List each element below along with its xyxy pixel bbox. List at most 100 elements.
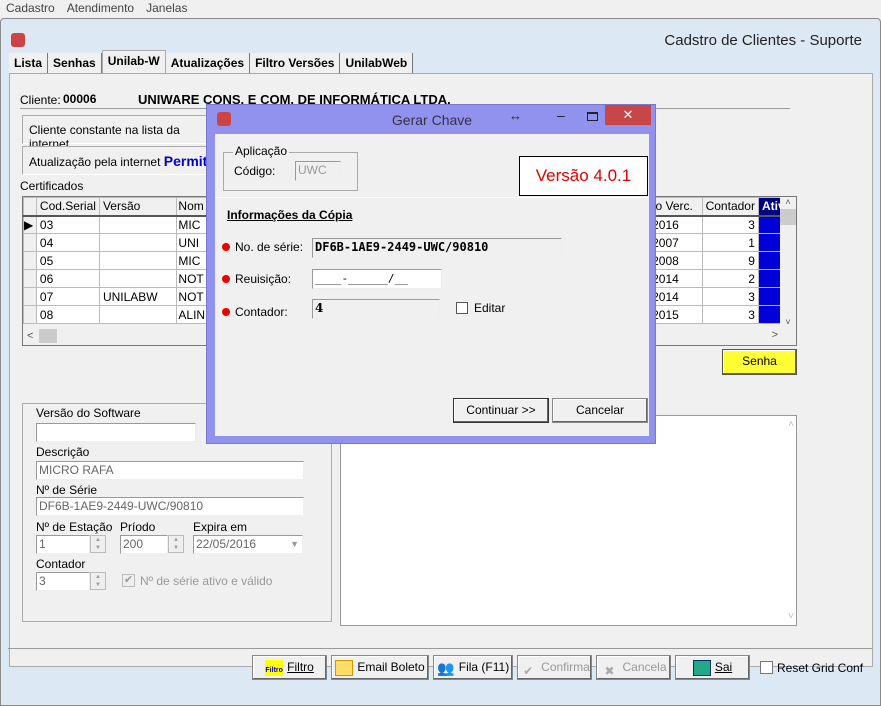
editar-label: Editar	[474, 301, 506, 315]
cell-contador[interactable]: 3	[701, 305, 759, 324]
descricao-label: Descrição	[36, 445, 90, 459]
dialog-contador-label: Contador:	[235, 305, 288, 319]
client-code: 00006	[63, 92, 97, 106]
row-indicator[interactable]	[23, 233, 37, 252]
periodo-input[interactable]: 200	[120, 535, 168, 554]
codigo-input[interactable]: UWC	[295, 161, 341, 181]
cell-serial[interactable]: 06	[35, 269, 100, 288]
section-title: Informações da Cópia	[227, 208, 353, 222]
cell-contador[interactable]: 2	[701, 269, 759, 288]
cell-versao[interactable]	[98, 215, 178, 234]
menu-atendimento[interactable]: Atendimento	[61, 0, 140, 16]
cell-contador[interactable]: 3	[701, 215, 759, 234]
update-value: Permitic	[163, 153, 211, 169]
tab-unilabweb[interactable]: UnilabWeb	[340, 53, 414, 73]
expira-label: Expira em	[193, 520, 248, 534]
serie-input[interactable]: DF6B-1AE9-2449-UWC/90810	[36, 497, 304, 516]
editar-checkbox[interactable]	[456, 302, 468, 314]
row-indicator[interactable]	[23, 305, 37, 324]
estacao-stepper[interactable]: ▲ ▼	[90, 535, 106, 553]
senha-button[interactable]: Senha	[722, 349, 797, 375]
cell-serial[interactable]: 05	[35, 251, 100, 270]
cell-versao[interactable]	[98, 251, 178, 270]
confirma-label: Confirma	[541, 660, 590, 674]
email-boleto-button[interactable]: Email Boleto	[331, 655, 429, 680]
requisicao-input[interactable]: ____-______/__	[312, 269, 442, 289]
expira-value: 22/05/2016	[196, 537, 257, 551]
cell-serial[interactable]: 08	[35, 305, 100, 324]
col-cod-serial[interactable]: Cod.Serial	[35, 197, 100, 217]
dialog-serie-input[interactable]: DF6B-1AE9-2449-UWC/90810	[312, 238, 562, 258]
reset-grid-checkbox[interactable]	[760, 661, 773, 674]
expira-select[interactable]: 22/05/2016 ▼	[193, 535, 303, 554]
cell-contador[interactable]: 3	[701, 287, 759, 306]
fila-label: Fila (F11)	[458, 660, 510, 674]
notes-memo[interactable]: ˄ ˅	[340, 415, 797, 626]
client-label: Cliente:	[20, 93, 61, 107]
cell-versao[interactable]: UNILABW	[98, 287, 178, 306]
versao-software-label: Versão do Software	[36, 406, 141, 420]
resize-arrows-icon[interactable]: ↔	[509, 108, 522, 123]
periodo-label: Príodo	[120, 520, 156, 534]
cell-versao[interactable]	[98, 269, 178, 288]
estacao-input[interactable]: 1	[36, 535, 90, 554]
minimize-icon[interactable]: –	[557, 107, 565, 123]
grid-vertical-scrollbar[interactable]: ˄ ˅	[780, 197, 796, 329]
contador-input[interactable]: 3	[36, 572, 90, 591]
cancelar-button[interactable]: Cancelar	[552, 398, 648, 423]
cell-serial[interactable]: 04	[35, 233, 100, 252]
cell-serial[interactable]: 03	[35, 215, 100, 234]
row-indicator[interactable]	[23, 251, 37, 270]
periodo-stepper[interactable]: ▲ ▼	[168, 535, 184, 553]
tab-senhas[interactable]: Senhas	[48, 53, 102, 73]
dialog-client: Aplicação Código: UWC Versão 4.0.1 Infor…	[215, 134, 649, 436]
versao-software-input[interactable]	[36, 423, 196, 442]
tab-filtro-versoes[interactable]: Filtro Versões	[250, 53, 341, 73]
row-indicator[interactable]: ▶	[23, 215, 37, 234]
gerar-chave-dialog: Gerar Chave ↔ – ✕ Aplicação Código: UWC …	[206, 104, 656, 444]
exit-door-icon	[692, 659, 711, 676]
menu-cadastro[interactable]: Cadastro	[0, 0, 61, 16]
reset-grid-label: Reset Grid Conf	[777, 660, 864, 675]
filtro-button[interactable]: Filtro Filtro	[252, 655, 327, 680]
update-label: Atualização pela internet	[29, 155, 161, 169]
envelope-icon	[335, 659, 354, 676]
x-icon: ✖	[604, 663, 615, 678]
certificados-label: Certificados	[20, 179, 84, 193]
menu-janelas[interactable]: Janelas	[140, 0, 193, 16]
serie-row-label: No. de série:	[222, 240, 303, 254]
estacao-label: Nº de Estação	[36, 520, 113, 534]
cell-versao[interactable]	[98, 233, 178, 252]
descricao-input[interactable]: MICRO RAFA	[36, 461, 304, 480]
ativo-label: Nº de série ativo e válido	[140, 574, 273, 588]
close-button[interactable]: ✕	[605, 105, 651, 125]
sai-button[interactable]: Sai	[675, 655, 750, 680]
window-title: Cadstro de Clientes - Suporte	[664, 32, 862, 49]
maximize-icon[interactable]	[587, 112, 598, 121]
cancela-button[interactable]: ✖ Cancela	[596, 655, 671, 680]
tab-atualizacoes[interactable]: Atualizações	[165, 53, 251, 73]
confirma-button[interactable]: ✔ Confirma	[517, 655, 592, 680]
email-label: Email Boleto	[357, 660, 425, 674]
filter-icon: Filtro	[265, 659, 284, 676]
cell-serial[interactable]: 07	[35, 287, 100, 306]
cell-contador[interactable]: 9	[701, 251, 759, 270]
row-indicator[interactable]	[23, 269, 37, 288]
update-status: Atualização pela internet Permitic	[22, 146, 212, 175]
row-indicator[interactable]	[23, 287, 37, 306]
fila-button[interactable]: 👥 Fila (F11)	[433, 655, 513, 680]
cell-contador[interactable]: 1	[701, 233, 759, 252]
serie-label: Nº de Série	[36, 483, 98, 497]
contador-stepper[interactable]: ▲ ▼	[90, 572, 106, 590]
cell-versao[interactable]	[98, 305, 178, 324]
col-contador[interactable]: Contador	[701, 197, 759, 217]
col-versao[interactable]: Versão	[98, 197, 178, 217]
dialog-contador-input[interactable]: 4	[312, 299, 440, 319]
ativo-checkbox[interactable]: ✔	[122, 574, 135, 587]
cancela-label: Cancela	[622, 660, 667, 674]
dialog-requisicao-label: Reuisição:	[235, 272, 292, 286]
tab-unilab-w[interactable]: Unilab-W	[101, 50, 166, 73]
continuar-button[interactable]: Continuar >>	[453, 398, 549, 423]
sai-label: Sai	[714, 660, 733, 674]
tab-lista[interactable]: Lista	[9, 53, 49, 73]
